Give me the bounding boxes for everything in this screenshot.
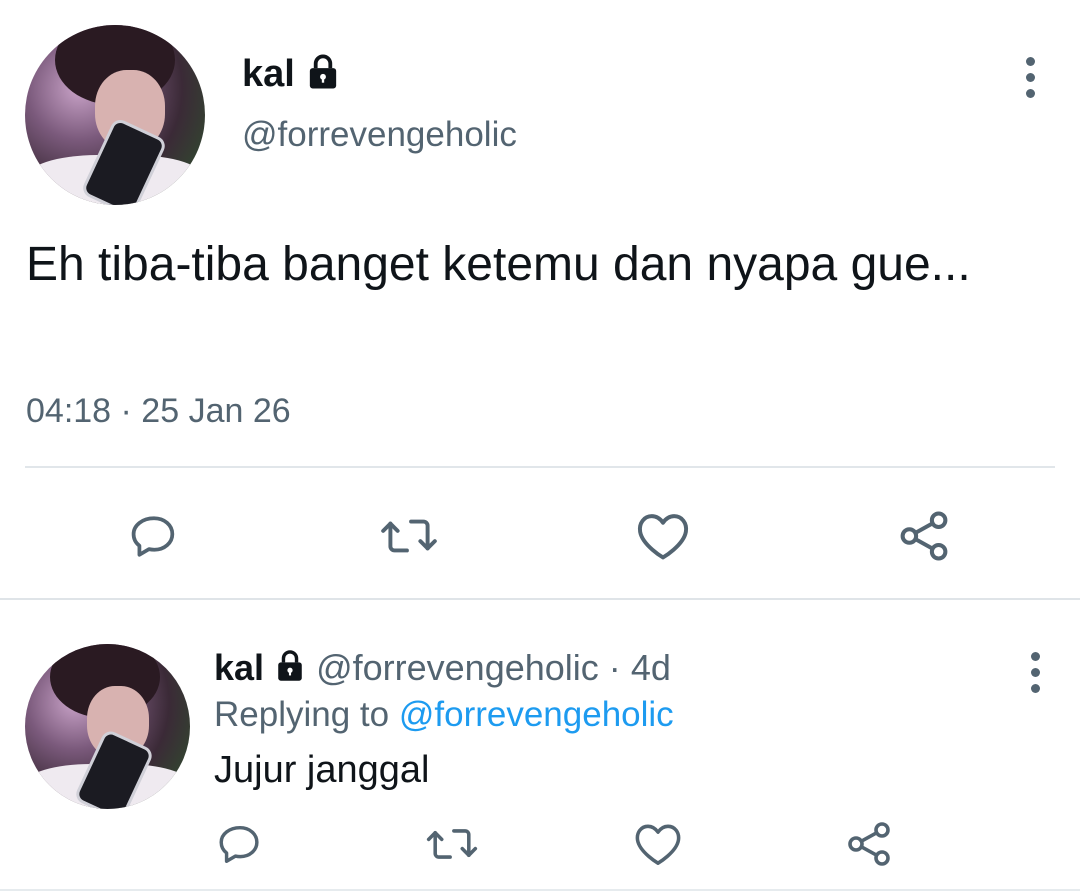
share-icon xyxy=(900,511,948,561)
reply-icon xyxy=(219,825,259,863)
author-name-row[interactable]: kal xyxy=(242,52,341,100)
author-avatar[interactable] xyxy=(25,25,205,205)
replying-to-handle-link[interactable]: @forrevengeholic xyxy=(399,695,674,734)
replying-to-label: Replying to xyxy=(214,695,390,734)
section-divider xyxy=(0,598,1080,600)
reply-author-avatar[interactable] xyxy=(25,644,190,809)
more-vertical-icon[interactable] xyxy=(1024,57,1036,98)
reply-button[interactable] xyxy=(126,508,182,564)
tweet-text: Eh tiba-tiba banget ketemu dan nyapa gue… xyxy=(26,238,971,291)
retweet-button[interactable] xyxy=(422,818,482,870)
author-handle[interactable]: @forrevengeholic xyxy=(242,114,517,156)
replying-to: Replying to @forrevengeholic xyxy=(214,693,674,737)
tweet-timestamp[interactable]: 04:18 · 25 Jan 26 xyxy=(26,390,291,432)
reply-age[interactable]: 4d xyxy=(631,647,671,688)
retweet-icon xyxy=(426,829,478,859)
reply-header: kal @forrevengeholic · 4d xyxy=(214,646,671,692)
retweet-icon xyxy=(381,519,437,553)
divider xyxy=(0,889,1080,891)
like-button[interactable] xyxy=(634,508,692,564)
author-name[interactable]: kal xyxy=(242,53,295,95)
share-button[interactable] xyxy=(843,818,895,870)
retweet-button[interactable] xyxy=(377,508,441,564)
separator-dot: · xyxy=(608,647,621,688)
more-vertical-icon[interactable] xyxy=(1029,652,1041,693)
like-icon xyxy=(637,514,689,560)
like-button[interactable] xyxy=(632,818,684,870)
share-button[interactable] xyxy=(895,508,953,564)
reply-author-handle[interactable]: @forrevengeholic xyxy=(316,647,599,688)
divider xyxy=(25,466,1055,468)
share-icon xyxy=(848,822,890,866)
reply-icon xyxy=(131,516,175,557)
reply-text: Jujur janggal xyxy=(214,749,430,791)
lock-icon xyxy=(274,648,306,692)
reply-button[interactable] xyxy=(214,818,266,870)
lock-icon xyxy=(305,52,341,100)
like-icon xyxy=(635,824,681,865)
reply-author-name[interactable]: kal xyxy=(214,647,264,688)
